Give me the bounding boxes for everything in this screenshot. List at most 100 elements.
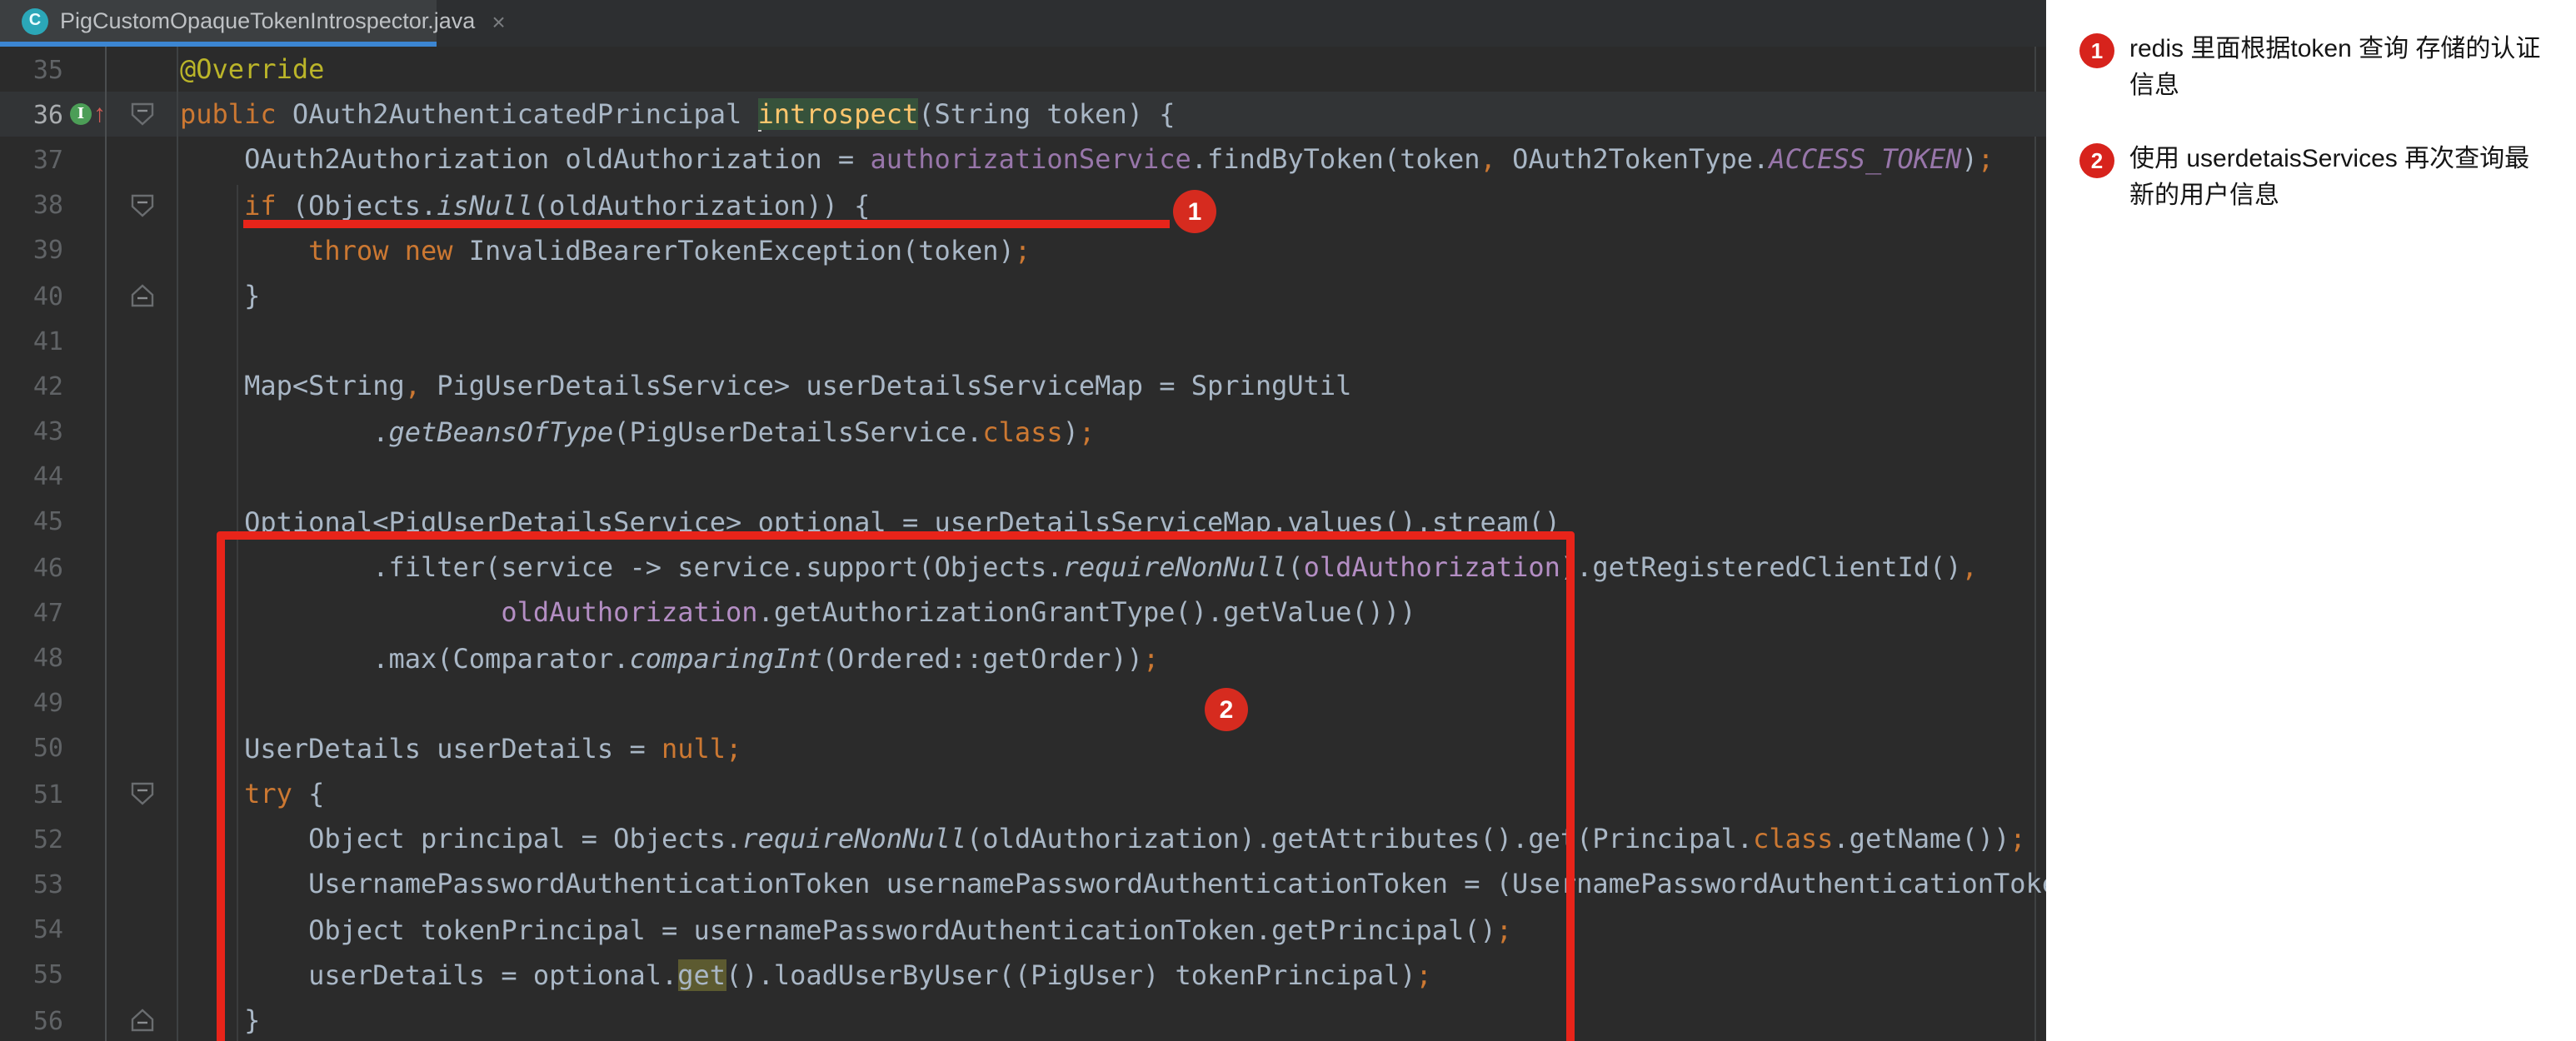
fold-column [110, 409, 173, 454]
screenshot-root: C PigCustomOpaqueTokenIntrospector.java … [0, 0, 2576, 1041]
fold-marker-open[interactable] [110, 182, 173, 227]
line-number: 45 [0, 507, 67, 537]
gutter-icon-slot [67, 500, 110, 545]
line-number: 41 [0, 326, 67, 356]
line-number: 37 [0, 145, 67, 175]
line-number: 40 [0, 281, 67, 311]
line-number: 35 [0, 54, 67, 84]
gutter-separator [177, 47, 178, 1041]
line-number: 38 [0, 190, 67, 220]
code-line[interactable]: 35 @Override [0, 47, 2046, 92]
gutter-icon-slot [67, 862, 110, 907]
annotation-panel: 1 redis 里面根据token 查询 存储的认证信息 2 使用 userde… [2046, 0, 2576, 1041]
tab-active-file[interactable]: C PigCustomOpaqueTokenIntrospector.java … [0, 0, 437, 47]
gutter-icon-slot [67, 137, 110, 182]
gutter-icon-slot [67, 680, 110, 725]
gutter-icon-slot [67, 273, 110, 318]
ide-window: C PigCustomOpaqueTokenIntrospector.java … [0, 0, 2046, 1041]
note-item-2: 2 使用 userdetaisServices 再次查询最新的用户信息 [2079, 142, 2553, 213]
step-1-badge: 1 [1173, 190, 1216, 233]
gutter-icon-slot [67, 726, 110, 771]
java-class-icon: C [22, 7, 48, 34]
fold-column [110, 635, 173, 680]
line-number: 51 [0, 779, 67, 809]
line-number: 56 [0, 1005, 67, 1035]
code-text: } [173, 280, 2046, 311]
code-line[interactable]: 44 [0, 454, 2046, 499]
red-box-annotation [217, 531, 1575, 1041]
line-number: 44 [0, 462, 67, 492]
fold-column [110, 545, 173, 590]
gutter-icon-slot [67, 454, 110, 499]
fold-column [110, 907, 173, 952]
line-number: 55 [0, 960, 67, 990]
code-line[interactable]: 37 OAuth2Authorization oldAuthorization … [0, 137, 2046, 182]
note-1-text: redis 里面根据token 查询 存储的认证信息 [2129, 32, 2549, 103]
gutter-icon-slot [67, 635, 110, 680]
code-line[interactable]: 39 throw new InvalidBearerTokenException… [0, 228, 2046, 273]
line-number: 50 [0, 734, 67, 764]
code-text: public OAuth2AuthenticatedPrincipal intr… [173, 98, 2046, 132]
fold-marker-close[interactable] [110, 998, 173, 1041]
tab-title: PigCustomOpaqueTokenIntrospector.java [60, 8, 475, 33]
gutter-icon-slot [67, 545, 110, 590]
gutter-icon-slot [67, 409, 110, 454]
editor-tab-bar: C PigCustomOpaqueTokenIntrospector.java … [0, 0, 2046, 47]
gutter-icon-slot [67, 771, 110, 816]
fold-column [110, 500, 173, 545]
overrides-method-icon[interactable]: I↑ [67, 92, 110, 137]
fold-guide-line [105, 47, 107, 1041]
fold-marker-open[interactable] [110, 92, 173, 137]
code-line[interactable]: 36I↑public OAuth2AuthenticatedPrincipal … [0, 92, 2046, 137]
note-item-1: 1 redis 里面根据token 查询 存储的认证信息 [2079, 32, 2553, 103]
gutter-icon-slot [67, 47, 110, 92]
fold-column [110, 953, 173, 998]
code-editor[interactable]: 35 @Override 36I↑public OAuth2Authenticate… [0, 47, 2046, 1041]
gutter-icon-slot [67, 907, 110, 952]
fold-column [110, 137, 173, 182]
code-line[interactable]: 41 [0, 318, 2046, 363]
line-number: 53 [0, 869, 67, 899]
line-number: 48 [0, 643, 67, 673]
red-underline-annotation [243, 220, 1170, 228]
code-line[interactable]: 40 } [0, 273, 2046, 318]
line-number: 54 [0, 914, 67, 944]
fold-column [110, 862, 173, 907]
code-line[interactable]: 43 .getBeansOfType(PigUserDetailsService… [0, 409, 2046, 454]
gutter-icon-slot [67, 228, 110, 273]
gutter-icon-slot [67, 590, 110, 635]
fold-column [110, 364, 173, 409]
fold-column [110, 816, 173, 861]
line-number: 46 [0, 552, 67, 582]
gutter-icon-slot [67, 816, 110, 861]
line-number: 42 [0, 371, 67, 401]
code-text: OAuth2Authorization oldAuthorization = a… [173, 144, 2046, 176]
note-2-text: 使用 userdetaisServices 再次查询最新的用户信息 [2129, 142, 2549, 213]
code-text: throw new InvalidBearerTokenException(to… [173, 235, 2046, 266]
fold-column [110, 318, 173, 363]
fold-column [110, 726, 173, 771]
line-number: 52 [0, 824, 67, 854]
gutter-icon-slot [67, 318, 110, 363]
fold-column [110, 680, 173, 725]
note-2-badge: 2 [2079, 143, 2114, 178]
code-text: .getBeansOfType(PigUserDetailsService.cl… [173, 416, 2046, 447]
gutter-icon-slot [67, 998, 110, 1041]
fold-marker-open[interactable] [110, 771, 173, 816]
close-icon[interactable]: × [492, 9, 505, 32]
code-text: Map<String, PigUserDetailsService> userD… [173, 371, 2046, 402]
gutter-icon-slot [67, 953, 110, 998]
gutter-icon-slot [67, 182, 110, 227]
fold-column [110, 590, 173, 635]
step-2-badge: 2 [1205, 688, 1248, 731]
line-number: 47 [0, 598, 67, 628]
fold-column [110, 454, 173, 499]
note-1-badge: 1 [2079, 33, 2114, 68]
line-number: 39 [0, 236, 67, 266]
code-text: if (Objects.isNull(oldAuthorization)) { [173, 189, 2046, 221]
code-text: @Override [173, 53, 2046, 85]
code-line[interactable]: 42 Map<String, PigUserDetailsService> us… [0, 364, 2046, 409]
line-number: 49 [0, 688, 67, 718]
line-number: 43 [0, 416, 67, 446]
fold-marker-close[interactable] [110, 273, 173, 318]
